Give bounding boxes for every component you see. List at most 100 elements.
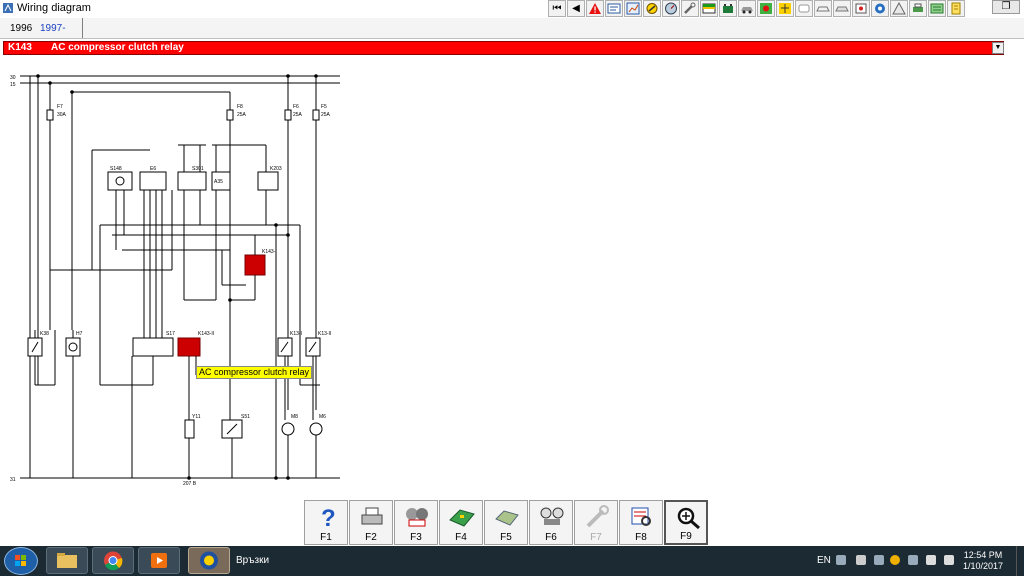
fuse-f6: F6	[293, 104, 299, 110]
show-desktop-button[interactable]	[1016, 546, 1024, 576]
chrome-icon	[104, 551, 123, 571]
norton-icon[interactable]	[890, 555, 900, 565]
media-player-icon	[151, 553, 167, 568]
settings-icon[interactable]	[928, 0, 946, 17]
gauge-icon[interactable]	[662, 0, 680, 17]
info-icon[interactable]	[833, 0, 851, 17]
book-icon[interactable]	[947, 0, 965, 17]
inspect-icon[interactable]	[776, 0, 794, 17]
label-s51: S51	[241, 414, 250, 420]
board-icon	[449, 509, 475, 527]
wiring-app-task[interactable]	[188, 547, 230, 574]
fuse-f7: F7	[57, 104, 63, 110]
keyboard-icon[interactable]	[836, 555, 846, 565]
label-s148: S148	[110, 166, 122, 172]
cabin-icon[interactable]	[852, 0, 870, 17]
label-k13-i: K13-I	[290, 331, 302, 337]
media-task[interactable]	[138, 547, 180, 574]
volume-icon[interactable]	[944, 555, 954, 565]
clock[interactable]: 12:54 PM 1/10/2017	[960, 550, 1006, 572]
start-button[interactable]	[4, 547, 38, 575]
f6-button[interactable]: F6	[529, 500, 573, 545]
help-icon: ?	[321, 505, 336, 530]
folder-icon	[57, 553, 77, 568]
battery-icon[interactable]	[719, 0, 737, 17]
explorer-task[interactable]	[46, 547, 88, 574]
module-icon	[495, 510, 519, 526]
label-a35: A35	[214, 179, 223, 185]
fuse-f5: F5	[321, 104, 327, 110]
svg-text:25A: 25A	[321, 112, 331, 118]
f4-button[interactable]: F4	[439, 500, 483, 545]
app-icon	[3, 3, 13, 13]
car-diagram-icon[interactable]	[814, 0, 832, 17]
label-k143-ii: K143-II	[198, 331, 214, 337]
warning-icon[interactable]	[586, 0, 604, 17]
component-code: K143	[8, 42, 32, 53]
component-selector[interactable]: K143 AC compressor clutch relay	[3, 41, 1004, 55]
tab-divider	[82, 18, 83, 38]
gauges-icon	[540, 507, 564, 525]
svg-text:25A: 25A	[237, 112, 247, 118]
toolbar: ⏮ ◀	[548, 0, 966, 18]
rail-label-30: 30	[10, 75, 16, 81]
rail-label-15: 15	[10, 82, 16, 88]
print-icon	[361, 507, 383, 525]
device-icon[interactable]	[874, 555, 884, 565]
zoom-icon	[677, 507, 700, 530]
restore-button[interactable]: ❐	[992, 0, 1020, 14]
prev-icon[interactable]: ◀	[567, 0, 585, 17]
search-map-icon	[631, 507, 651, 526]
ac-icon	[406, 508, 428, 527]
label-e6: E6	[150, 166, 156, 172]
chart-icon[interactable]	[624, 0, 642, 17]
wrench-icon	[586, 505, 609, 528]
app-globe-icon	[200, 551, 218, 570]
tray-arrow-icon[interactable]	[856, 555, 866, 565]
wiring-diagram[interactable]: 30 15 31 207 B F7 30A F8 25A F6 25A F5 25A S…	[0, 60, 1024, 498]
car-icon[interactable]	[738, 0, 756, 17]
label-h7: H7	[76, 331, 83, 337]
svg-text:30A: 30A	[57, 112, 67, 118]
label-k143-i: K143-I	[262, 249, 277, 255]
service-icon[interactable]	[890, 0, 908, 17]
wrench-icon[interactable]	[681, 0, 699, 17]
component-tooltip: AC compressor clutch relay	[196, 366, 313, 379]
flag-icon[interactable]	[908, 555, 918, 565]
blank-icon[interactable]	[795, 0, 813, 17]
clock-time: 12:54 PM	[963, 550, 1003, 560]
table-icon[interactable]	[700, 0, 718, 17]
clock-date: 1/10/2017	[962, 561, 1004, 571]
fault-icon[interactable]	[757, 0, 775, 17]
f9-button[interactable]: F9	[664, 500, 708, 545]
tools-icon[interactable]	[643, 0, 661, 17]
label-s301: S301	[192, 166, 204, 172]
svg-text:?: ?	[321, 505, 336, 530]
chevron-down-icon[interactable]: ▼	[992, 42, 1004, 54]
title-bar: Wiring diagram ⏮ ◀ ❐	[0, 0, 1024, 19]
wheel-icon[interactable]	[871, 0, 889, 17]
chrome-task[interactable]	[92, 547, 134, 574]
task-label: Връзки	[236, 555, 270, 566]
window-title: Wiring diagram	[17, 2, 91, 14]
tab-1997[interactable]: 1997-	[34, 21, 72, 37]
f5-button[interactable]: F5	[484, 500, 528, 545]
f3-button[interactable]: F3	[394, 500, 438, 545]
label-k38: K38	[40, 331, 49, 337]
function-key-bar: ? F1 F2 F3 F4 F5 F6 F7 F8 F9	[304, 500, 709, 545]
f7-button[interactable]: F7	[574, 500, 618, 545]
f8-button[interactable]: F8	[619, 500, 663, 545]
label-s17: S17	[166, 331, 175, 337]
svg-text:25A: 25A	[293, 112, 303, 118]
print-icon[interactable]	[909, 0, 927, 17]
label-k13-ii: K13-II	[318, 331, 331, 337]
f2-button[interactable]: F2	[349, 500, 393, 545]
language-indicator[interactable]: EN	[817, 555, 831, 566]
network-icon[interactable]	[926, 555, 936, 565]
label-y11: Y11	[192, 414, 201, 420]
label-m6: M6	[319, 414, 326, 420]
first-icon[interactable]: ⏮	[548, 0, 566, 17]
f1-button[interactable]: ? F1	[304, 500, 348, 545]
sheet-icon[interactable]	[605, 0, 623, 17]
component-name: AC compressor clutch relay	[51, 42, 184, 53]
